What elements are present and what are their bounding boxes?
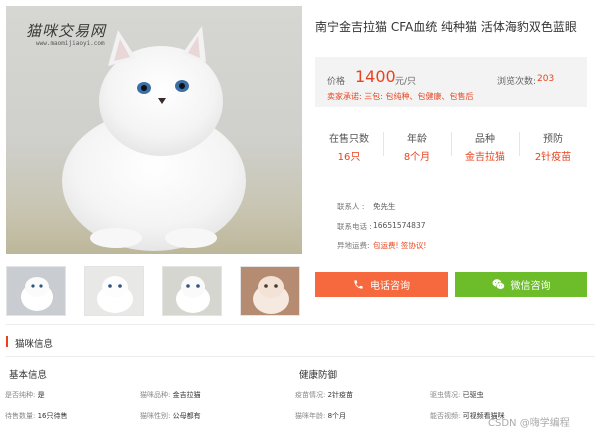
contact-person-row: 联系人 : 免先生 — [337, 201, 396, 212]
info-age: 猫咪年龄: 8个月 — [295, 411, 346, 421]
stat-value: 8个月 — [403, 152, 431, 163]
contact-person-value: 免先生 — [373, 202, 396, 211]
stat-label: 预防 — [543, 134, 563, 145]
thumbnail-2[interactable] — [84, 266, 144, 316]
info-deworming: 驱虫情况: 已驱虫 — [430, 390, 484, 400]
shipping-value: 包运费! 签协议! — [373, 241, 427, 250]
thumbnail-kitten-image — [21, 277, 53, 311]
stat-label: 品种 — [475, 134, 495, 145]
main-cat-photo: 猫咪交易网 www.maomijiaoyi.com — [6, 6, 302, 254]
section-divider — [6, 324, 595, 325]
phone-consult-button[interactable]: 电话咨询 — [315, 272, 448, 297]
phone-consult-label: 电话咨询 — [370, 281, 410, 292]
info-label: 驱虫情况: — [430, 391, 461, 399]
views-label: 浏览次数: — [497, 77, 537, 87]
listing-title: 南宁金吉拉猫 CFA血统 纯种猫 活体海豹双色蓝眼 — [315, 20, 577, 34]
thumbnail-kitten-image — [253, 276, 289, 314]
thumbnail-strip — [6, 266, 302, 316]
wechat-icon — [492, 279, 505, 290]
info-label: 猫咪年龄: — [295, 412, 326, 420]
thumbnail-1[interactable] — [6, 266, 66, 316]
info-gender: 猫咪性别: 公母都有 — [140, 411, 201, 421]
contact-person-label: 联系人 : — [337, 202, 365, 211]
stat-value: 16只 — [337, 152, 361, 163]
wechat-consult-label: 微信咨询 — [510, 281, 551, 292]
stat-age: 年龄 8个月 — [383, 130, 451, 163]
csdn-watermark: CSDN @嗨学编程 — [488, 418, 570, 429]
price-unit: 元/只 — [395, 77, 417, 87]
thumbnail-kitten-image — [97, 276, 133, 313]
section-title: 猫咪信息 — [15, 339, 54, 350]
stat-breed: 品种 金吉拉猫 — [451, 130, 519, 163]
contact-phone-label: 联系电话 : — [337, 222, 372, 231]
info-value: 16只待售 — [37, 412, 68, 420]
basic-info-title: 基本信息 — [9, 370, 48, 381]
info-value: 是 — [37, 391, 45, 399]
views-count: 203 — [537, 74, 555, 84]
thumbnail-kitten-image — [176, 276, 210, 313]
stat-label: 年龄 — [407, 134, 427, 145]
watermark-title: 猫咪交易网 — [26, 22, 107, 40]
info-purebred: 是否纯种: 是 — [5, 390, 45, 400]
stat-on-sale: 在售只数 16只 — [315, 130, 383, 163]
info-label: 能否视频: — [430, 412, 461, 420]
price-box: 价格 1400 元/只 浏览次数: 203 卖家承诺: 三包: 包纯种、包健康、… — [315, 57, 587, 107]
info-breed: 猫咪品种: 金吉拉猫 — [140, 390, 201, 400]
info-label: 待售数量: — [5, 412, 36, 420]
thumbnail-4[interactable] — [240, 266, 300, 316]
info-label: 疫苗情况: — [295, 391, 326, 399]
stat-vaccine: 预防 2针疫苗 — [519, 130, 587, 163]
section-underline — [6, 356, 595, 357]
info-value: 8个月 — [327, 412, 347, 420]
health-info-title: 健康防御 — [299, 370, 338, 381]
info-label: 猫咪品种: — [140, 391, 171, 399]
info-value: 已驱虫 — [462, 391, 484, 399]
seller-promise: 卖家承诺: 三包: 包纯种、包健康、包售后 — [327, 92, 474, 101]
contact-phone-value: 16651574837 — [373, 221, 426, 230]
info-value: 公母都有 — [172, 412, 201, 420]
info-label: 猫咪性别: — [140, 412, 171, 420]
info-value: 2针疫苗 — [327, 391, 354, 399]
stat-value: 金吉拉猫 — [465, 152, 505, 163]
info-label: 是否纯种: — [5, 391, 36, 399]
stat-label: 在售只数 — [329, 134, 369, 145]
info-quantity: 待售数量: 16只待售 — [5, 411, 68, 421]
section-accent-bar — [6, 336, 8, 347]
shipping-label: 异地运费: — [337, 241, 370, 250]
wechat-consult-button[interactable]: 微信咨询 — [455, 272, 587, 297]
watermark-url: www.maomijiaoyi.com — [36, 40, 105, 47]
stats-row: 在售只数 16只 年龄 8个月 品种 金吉拉猫 预防 2针疫苗 — [315, 130, 587, 164]
price-label: 价格 — [327, 77, 346, 87]
info-vaccine: 疫苗情况: 2针疫苗 — [295, 390, 353, 400]
info-value: 金吉拉猫 — [172, 391, 201, 399]
phone-icon — [354, 280, 363, 289]
stat-value: 2针疫苗 — [534, 152, 572, 163]
price-value: 1400 — [355, 67, 396, 86]
contact-phone-row: 联系电话 : 16651574837 — [337, 221, 426, 232]
shipping-row: 异地运费: 包运费! 签协议! — [337, 240, 426, 251]
thumbnail-3[interactable] — [162, 266, 222, 316]
